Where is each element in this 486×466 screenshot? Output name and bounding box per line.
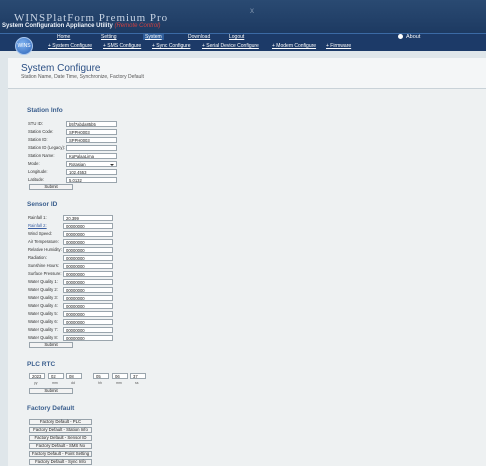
field-label: Relative Humidity: [28, 247, 62, 252]
station-id-input[interactable]: SPPH0003 [66, 137, 117, 143]
field-label: Water Quality 6: [28, 319, 58, 324]
rtc-unit-label: hh [98, 381, 102, 385]
field-label: Sunshine Hours: [28, 263, 59, 268]
field-label: Station ID (Legacy): [28, 145, 66, 150]
section-title-factory-default: Factory Default [27, 405, 75, 412]
field-label: Rainfall 2: [28, 223, 47, 228]
stu-id-input[interactable]: b5f7abda85b5 [66, 121, 117, 127]
rtc-unit-label: mm [52, 381, 58, 385]
section-title-plc-rtc: PLC RTC [27, 361, 56, 368]
factory-default-sensor-id-button[interactable]: Factory Default - Sensor ID [29, 435, 92, 441]
subnav-sync-configure[interactable]: + Sync Configure [152, 43, 191, 49]
brand-logo-icon: WINS [15, 37, 33, 55]
field-label: Air Temperature: [28, 239, 59, 244]
app-subtitle-note: (Remote Control) [114, 23, 161, 29]
field-label: Water Quality 5: [28, 311, 58, 316]
field-label: Rainfall 1: [28, 215, 47, 220]
field-label: Water Quality 8: [28, 335, 58, 340]
field-label: Water Quality 2: [28, 287, 58, 292]
field-label: STU ID: [28, 121, 43, 126]
rtc-minute-input[interactable]: 06 [112, 373, 128, 379]
mode-select[interactable]: Rotasian [66, 161, 117, 167]
nav-setting[interactable]: Setting [101, 34, 117, 40]
sensor-id-input[interactable]: 00000000 [63, 311, 113, 317]
field-label: Water Quality 7: [28, 327, 58, 332]
plc-rtc-submit-button[interactable]: Submit [29, 388, 73, 394]
factory-default-point-setting-button[interactable]: Factory Default - Point Setting [29, 451, 92, 457]
close-icon[interactable]: x [250, 6, 254, 15]
nav-download[interactable]: Download [188, 34, 210, 40]
field-label: Water Quality 1: [28, 279, 58, 284]
info-icon [398, 34, 403, 39]
page-subtitle: Station Name, Date Time, Synchronize, Fa… [21, 74, 144, 80]
factory-default-sync-info-button[interactable]: Factory Default - Sync Info [29, 459, 92, 465]
sensor-id-input[interactable]: 00000000 [63, 271, 113, 277]
rtc-unit-label: ss [135, 381, 139, 385]
nav-about[interactable]: About [406, 34, 420, 40]
latitude-input[interactable]: 5.0132 [66, 177, 117, 183]
field-label: Radiation: [28, 255, 47, 260]
sensor-id-input[interactable]: 20.399 [63, 215, 113, 221]
sensor-id-input[interactable]: 00000000 [63, 319, 113, 325]
subnav-sms-configure[interactable]: + SMS Configure [103, 43, 141, 49]
subnav-system-configure[interactable]: + System Configure [48, 43, 92, 49]
sensor-id-input[interactable]: 00000000 [63, 263, 113, 269]
nav-home[interactable]: Home [57, 34, 70, 40]
factory-default-station-info-button[interactable]: Factory Default - Station Info [29, 427, 92, 433]
sensor-id-input[interactable]: 00000000 [63, 335, 113, 341]
station-id-legacy-input[interactable] [66, 145, 117, 151]
rtc-hour-input[interactable]: 05 [93, 373, 109, 379]
sensor-id-input[interactable]: 00000000 [63, 239, 113, 245]
app-subtitle-text: System Configuration Appliance Utility [2, 23, 113, 29]
sensor-id-input[interactable]: 00000000 [63, 279, 113, 285]
rtc-day-input[interactable]: 08 [66, 373, 82, 379]
longitude-input[interactable]: 102.4553 [66, 169, 117, 175]
field-label: Longitude: [28, 169, 48, 174]
field-label: Surface Pressure: [28, 271, 62, 276]
station-info-submit-button[interactable]: Submit [29, 184, 73, 190]
rtc-second-input[interactable]: 37 [130, 373, 146, 379]
rtc-unit-label: yy [34, 381, 38, 385]
station-code-input[interactable]: SPPH0003 [66, 129, 117, 135]
section-title-station-info: Station Info [27, 107, 63, 114]
field-label: Station Name: [28, 153, 55, 158]
factory-default-plc-button[interactable]: Factory Default - PLC [29, 419, 92, 425]
sensor-id-input[interactable]: 00000000 [63, 303, 113, 309]
section-title-sensor-id: Sensor ID [27, 201, 58, 208]
sensor-id-input[interactable]: 00000000 [63, 295, 113, 301]
content-area [8, 58, 486, 466]
app-subtitle: System Configuration Appliance Utility (… [2, 23, 160, 29]
sensor-id-input[interactable]: 00000000 [63, 287, 113, 293]
rtc-year-input[interactable]: 2023 [29, 373, 45, 379]
field-label: Latitude: [28, 177, 45, 182]
field-label: Mode: [28, 161, 40, 166]
subnav-serial-device-configure[interactable]: + Serial Device Configure [202, 43, 259, 49]
station-name-input[interactable]: KgPalaaLima [66, 153, 117, 159]
sensor-id-input[interactable]: 00000000 [63, 247, 113, 253]
field-label: Water Quality 3: [28, 295, 58, 300]
subnav-modem-configure[interactable]: + Modem Configure [272, 43, 316, 49]
field-label: Station ID: [28, 137, 48, 142]
rtc-unit-label: mm [116, 381, 122, 385]
sensor-id-input[interactable]: 00000000 [63, 223, 113, 229]
factory-default-sms-no-button[interactable]: Factory Default - SMS No [29, 443, 92, 449]
rtc-month-input[interactable]: 02 [48, 373, 64, 379]
field-label: Station Code: [28, 129, 54, 134]
subnav-firmware[interactable]: + Firmware [326, 43, 351, 49]
rtc-unit-label: dd [71, 381, 75, 385]
sensor-id-input[interactable]: 00000000 [63, 231, 113, 237]
page-title: System Configure [21, 63, 101, 74]
sensor-id-input[interactable]: 00000000 [63, 255, 113, 261]
sensor-id-input[interactable]: 00000000 [63, 327, 113, 333]
field-label: Wind Speed: [28, 231, 52, 236]
nav-logout[interactable]: Logout [229, 34, 244, 40]
nav-system[interactable]: System [143, 34, 164, 40]
field-label: Water Quality 4: [28, 303, 58, 308]
sensor-id-submit-button[interactable]: Submit [29, 342, 73, 348]
